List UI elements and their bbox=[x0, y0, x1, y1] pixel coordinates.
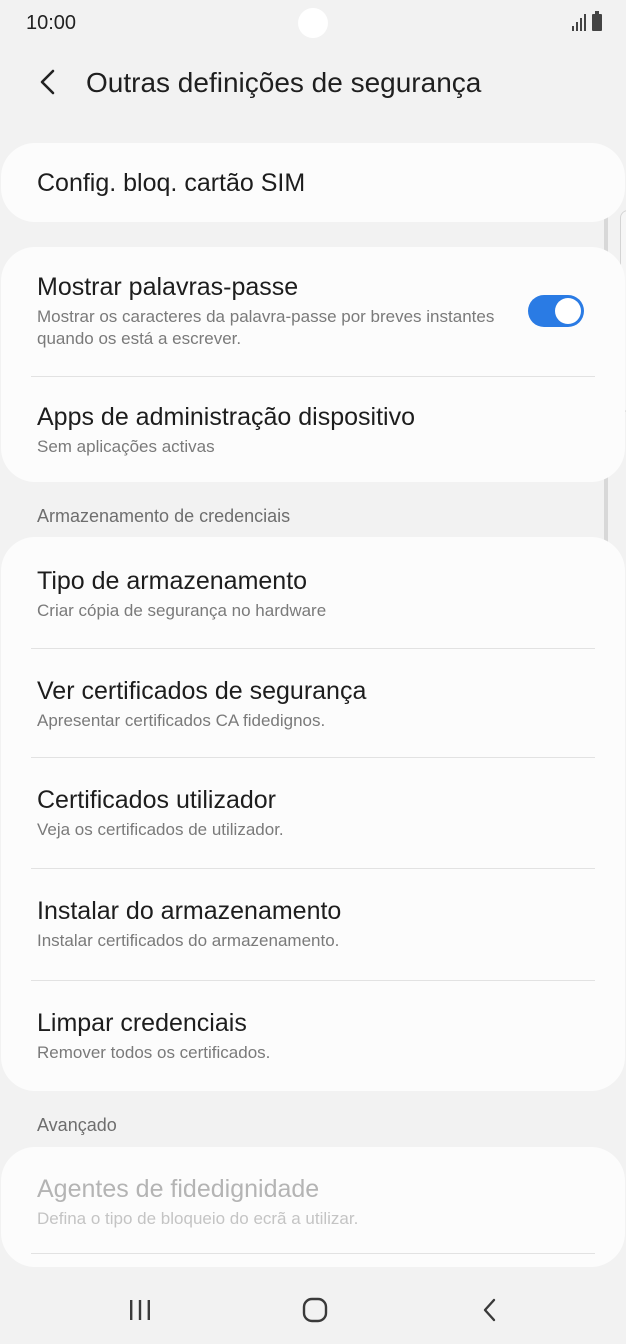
security-card: Mostrar palavras-passe Mostrar os caract… bbox=[1, 247, 625, 482]
credential-storage-card: Tipo de armazenamento Criar cópia de seg… bbox=[1, 537, 625, 1091]
divider bbox=[31, 1253, 595, 1254]
show-passwords-title: Mostrar palavras-passe bbox=[37, 273, 299, 301]
view-security-certificates-title: Ver certificados de segurança bbox=[37, 677, 367, 705]
nav-back-button[interactable] bbox=[460, 1288, 520, 1332]
back-arrow-icon bbox=[483, 1298, 496, 1322]
install-from-storage-title: Instalar do armazenamento bbox=[37, 897, 342, 925]
storage-type-item[interactable]: Tipo de armazenamento Criar cópia de seg… bbox=[1, 537, 625, 648]
device-admin-apps-title: Apps de administração dispositivo bbox=[37, 403, 415, 431]
advanced-card: Agentes de fidedignidade Defina o tipo d… bbox=[1, 1147, 625, 1267]
camera-cutout bbox=[298, 8, 328, 38]
user-certificates-item[interactable]: Certificados utilizador Veja os certific… bbox=[1, 757, 625, 868]
back-button[interactable] bbox=[28, 62, 68, 102]
app-bar: Outras definições de segurança bbox=[0, 52, 626, 114]
credential-storage-header: Armazenamento de credenciais bbox=[37, 506, 291, 526]
status-bar: 10:00 bbox=[0, 0, 626, 48]
chevron-left-icon bbox=[40, 69, 55, 95]
user-certificates-title: Certificados utilizador bbox=[37, 786, 276, 814]
sim-card-lock-item[interactable]: Config. bloq. cartão SIM bbox=[1, 143, 625, 222]
install-from-storage-subtitle: Instalar certificados do armazenamento. bbox=[37, 931, 340, 950]
clear-credentials-title: Limpar credenciais bbox=[37, 1009, 247, 1037]
show-passwords-subtitle: Mostrar os caracteres da palavra-passe p… bbox=[37, 307, 495, 348]
navigation-bar bbox=[0, 1274, 626, 1344]
storage-type-title: Tipo de armazenamento bbox=[37, 567, 308, 595]
device-admin-apps-item[interactable]: Apps de administração dispositivo Sem ap… bbox=[1, 377, 625, 482]
sim-lock-card: Config. bloq. cartão SIM bbox=[1, 143, 625, 222]
install-from-storage-item[interactable]: Instalar do armazenamento Instalar certi… bbox=[1, 868, 625, 980]
user-certificates-subtitle: Veja os certificados de utilizador. bbox=[37, 820, 284, 839]
clear-credentials-subtitle: Remover todos os certificados. bbox=[37, 1043, 271, 1062]
view-security-certificates-item[interactable]: Ver certificados de segurança Apresentar… bbox=[1, 648, 625, 757]
device-admin-apps-subtitle: Sem aplicações activas bbox=[37, 437, 215, 456]
sim-card-lock-title: Config. bloq. cartão SIM bbox=[37, 169, 306, 197]
clear-credentials-item[interactable]: Limpar credenciais Remover todos os cert… bbox=[1, 980, 625, 1091]
show-passwords-toggle[interactable] bbox=[528, 295, 584, 327]
view-security-certificates-subtitle: Apresentar certificados CA fidedignos. bbox=[37, 711, 326, 730]
home-icon bbox=[302, 1297, 328, 1323]
signal-icon bbox=[572, 13, 586, 31]
trust-agents-title: Agentes de fidedignidade bbox=[37, 1175, 320, 1203]
page-title: Outras definições de segurança bbox=[86, 67, 482, 98]
trust-agents-subtitle: Defina o tipo de bloqueio do ecrã a util… bbox=[37, 1209, 359, 1228]
show-passwords-item[interactable]: Mostrar palavras-passe Mostrar os caract… bbox=[1, 247, 625, 377]
recent-apps-button[interactable] bbox=[110, 1288, 170, 1332]
status-icons bbox=[572, 11, 602, 31]
home-button[interactable] bbox=[285, 1288, 345, 1332]
toggle-knob bbox=[555, 298, 581, 324]
storage-type-subtitle: Criar cópia de segurança no hardware bbox=[37, 601, 327, 620]
trust-agents-item[interactable]: Agentes de fidedignidade Defina o tipo d… bbox=[1, 1147, 625, 1253]
status-time: 10:00 bbox=[26, 12, 77, 34]
battery-icon bbox=[592, 11, 602, 31]
advanced-header: Avançado bbox=[37, 1115, 117, 1135]
recent-apps-icon bbox=[130, 1300, 150, 1320]
